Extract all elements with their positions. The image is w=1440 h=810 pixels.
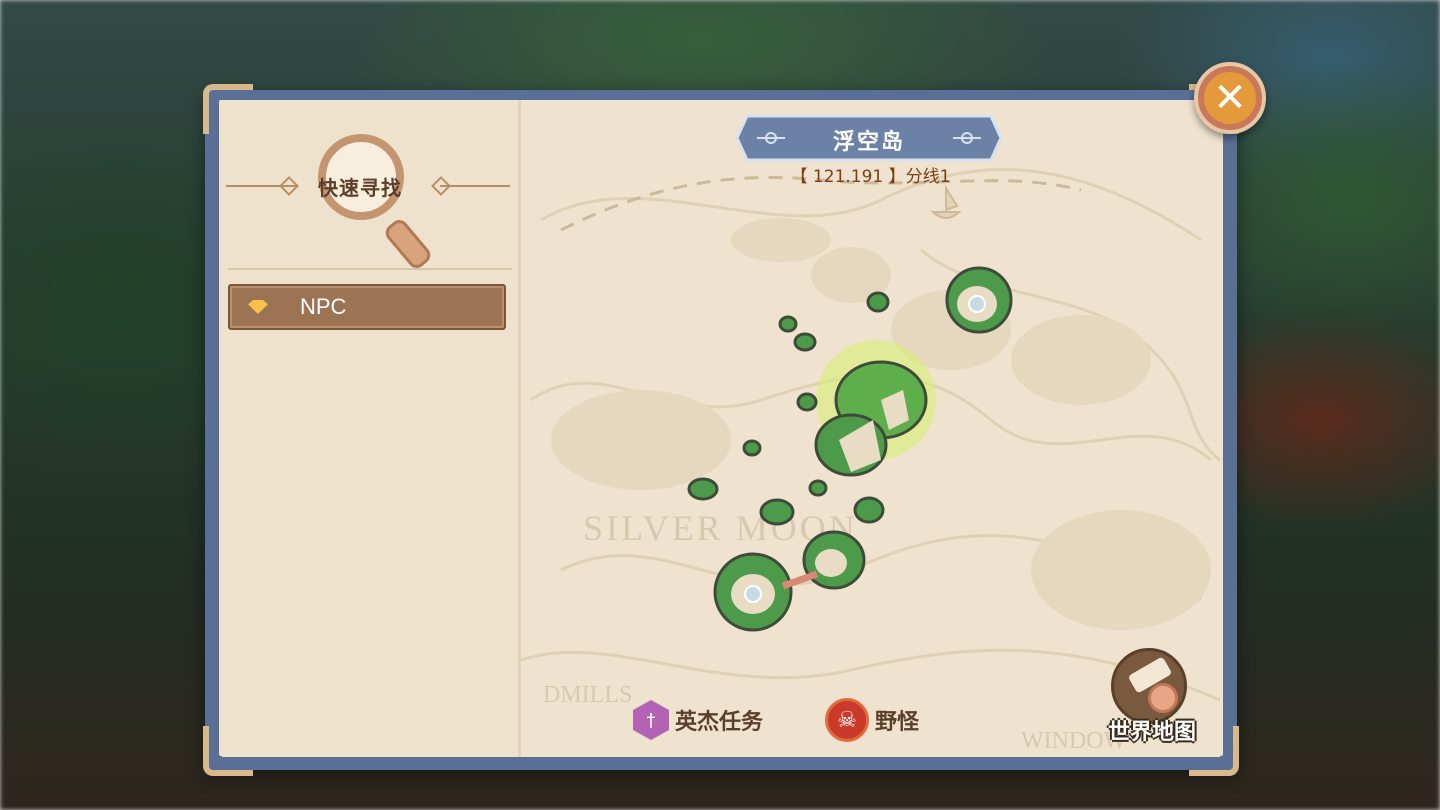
world-map-label: 世界地图 xyxy=(1107,720,1196,745)
area-map[interactable]: SILVER MOON DMILLS WINDOW 浮空岛 【 121.191 … xyxy=(521,100,1220,757)
quick-find-sidebar: 快速寻找 NPC xyxy=(222,100,521,757)
world-map-button[interactable]: 世界地图 xyxy=(1087,640,1217,750)
magnifier-handle xyxy=(382,216,434,272)
decorative-diamond xyxy=(431,176,451,196)
legend-hero-quest-label: 英杰任务 xyxy=(675,710,764,735)
map-title: 浮空岛 xyxy=(832,130,905,155)
skull-icon: ☠ xyxy=(825,698,869,742)
legend-monster[interactable]: ☠ 野怪 xyxy=(825,698,919,742)
hero-quest-icon: † xyxy=(633,700,669,740)
svg-text:DMILLS: DMILLS xyxy=(543,682,632,708)
divider xyxy=(228,268,512,270)
map-coordinates: 【 121.191 】分线1 xyxy=(790,167,951,187)
legend-monster-label: 野怪 xyxy=(875,710,920,735)
decorative-diamond xyxy=(279,176,299,196)
world-map-icon xyxy=(1111,648,1187,724)
npc-category-label: NPC xyxy=(300,294,347,319)
npc-category-button[interactable]: NPC xyxy=(228,284,506,330)
legend-hero-quest[interactable]: † 英杰任务 xyxy=(633,700,763,740)
gem-icon xyxy=(248,300,268,314)
map-title-plate: 浮空岛 xyxy=(737,116,1001,160)
close-icon: ✕ xyxy=(1204,72,1256,124)
swirl-icon xyxy=(1148,683,1178,713)
quick-find-title: 快速寻找 xyxy=(318,176,402,200)
close-button[interactable]: ✕ xyxy=(1194,62,1266,134)
